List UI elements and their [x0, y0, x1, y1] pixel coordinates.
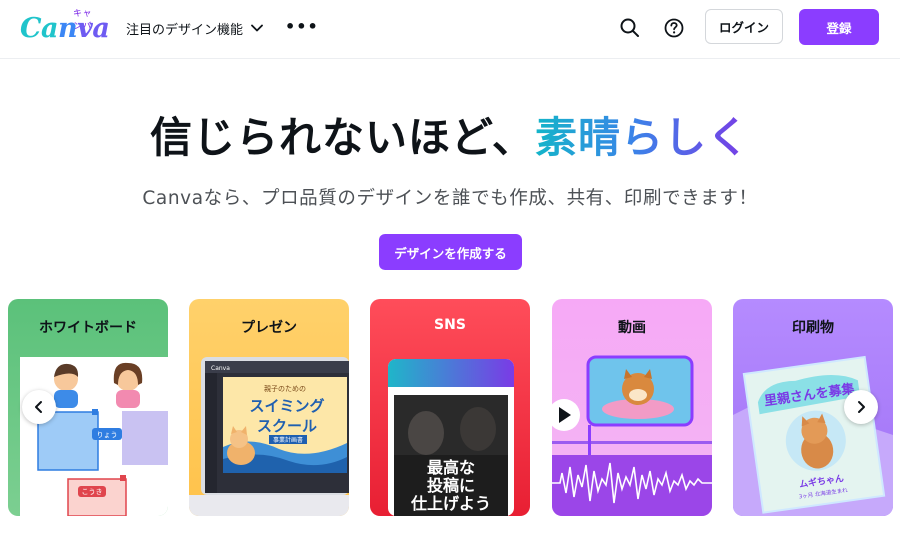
slide-line1: スイミング — [249, 397, 324, 415]
slide-small: 親子のための — [264, 384, 306, 393]
whiteboard-illustration: りょう こうき — [20, 357, 168, 516]
features-menu[interactable]: 注目のデザイン機能 — [126, 17, 263, 39]
features-menu-label: 注目のデザイン機能 — [126, 22, 244, 38]
print-illustration: 里親さんを募集 ムギちゃん 3ヶ月 北海道生まれ — [733, 355, 893, 516]
canva-logo[interactable]: キャンバ Canva — [20, 6, 110, 50]
card-video[interactable]: 動画 — [552, 299, 712, 516]
more-menu-button[interactable]: ••• — [285, 14, 318, 40]
logo-part: va — [77, 13, 110, 44]
carousel-next-button[interactable] — [844, 390, 878, 424]
logo-wordmark: Canva — [20, 13, 110, 44]
help-button[interactable] — [660, 14, 688, 42]
card-title: 動画 — [618, 320, 646, 336]
card-presentation[interactable]: プレゼン Canva 親子のための スイミング スクール 事業計画書 — [189, 299, 349, 516]
search-icon — [620, 18, 639, 37]
login-button[interactable]: ログイン — [705, 9, 783, 44]
help-icon — [664, 18, 684, 38]
logo-part: n — [57, 13, 78, 44]
card-title: プレゼン — [241, 320, 297, 336]
note-label: りょう — [97, 431, 118, 439]
hero-subtitle: Canvaなら、プロ品質のデザインを誰でも作成、共有、印刷できます！ — [142, 188, 758, 209]
logo-part: Ca — [20, 13, 58, 44]
presentation-illustration: Canva 親子のための スイミング スクール 事業計画書 — [189, 357, 349, 516]
search-button[interactable] — [616, 14, 644, 42]
slide-tag: 事業計画書 — [273, 436, 303, 444]
post-text-line: 仕上げよう — [410, 494, 491, 513]
post-text-line: 投稿に — [427, 476, 475, 495]
chevron-right-icon — [858, 401, 865, 413]
create-design-button[interactable]: デザインを作成する — [379, 234, 522, 270]
chevron-down-icon — [251, 24, 263, 32]
sns-illustration: 最高な 投稿に 仕上げよう — [388, 359, 514, 516]
card-title: SNS — [434, 317, 466, 333]
slide-line2: スクール — [257, 417, 317, 435]
post-text-line: 最高な — [427, 458, 475, 477]
top-header: キャンバ Canva 注目のデザイン機能 ••• ログイン 登録 — [0, 0, 900, 59]
chevron-left-icon — [35, 401, 42, 413]
hero-title-accent: 素晴らしく — [534, 113, 750, 162]
hero-title: 信じられないほど、素晴らしく — [0, 104, 900, 165]
app-label: Canva — [211, 365, 230, 372]
card-title: 印刷物 — [792, 320, 834, 336]
note-label: こうき — [82, 488, 103, 496]
video-illustration — [552, 355, 712, 516]
hero-title-main: 信じられないほど、 — [150, 113, 535, 162]
carousel-prev-button[interactable] — [22, 390, 56, 424]
card-title: ホワイトボード — [39, 320, 137, 336]
card-sns[interactable]: SNS 最高な 投稿に 仕上げよう — [370, 299, 530, 516]
signup-button[interactable]: 登録 — [799, 9, 879, 45]
